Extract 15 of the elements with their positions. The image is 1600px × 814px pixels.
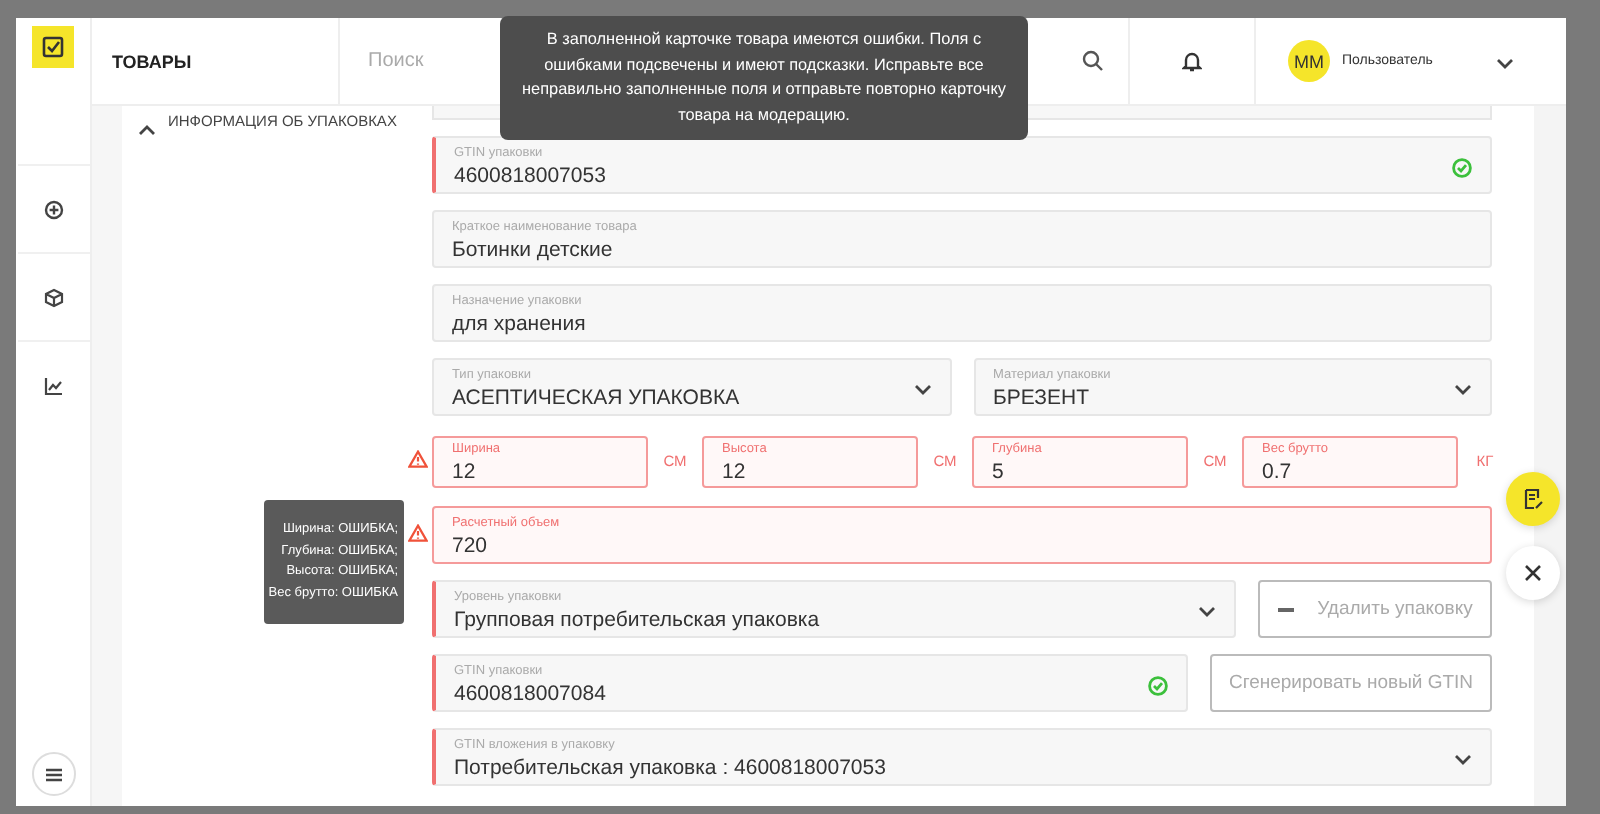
field-value: для хранения <box>452 309 588 337</box>
field-value: Групповая потребительская упаковка <box>454 605 822 633</box>
page-title: ТОВАРЫ <box>92 18 340 104</box>
field-value: 12 <box>452 457 478 485</box>
field-value: 0.7 <box>1262 457 1294 485</box>
field-value: 720 <box>452 531 490 559</box>
field-value: БРЕЗЕНТ <box>993 383 1092 411</box>
field-value: Потребительская упаковка : 4600818007053 <box>454 753 888 781</box>
field-value: 4600818007053 <box>454 161 608 189</box>
field-value: 5 <box>992 457 1006 485</box>
field-value: 4600818007084 <box>454 679 608 707</box>
field-value: АСЕПТИЧЕСКАЯ УПАКОВКА <box>452 383 742 411</box>
error-toast: В заполненной карточке товара имеются ошибки. Поля с ошибками подсвечены и имеют подсказки. Исправьте все неправильно заполненные поля и отправьте повторно карточку товара на модерацию. <box>500 16 1028 140</box>
field-value: Ботинки детские <box>452 235 615 263</box>
field-value: 12 <box>722 457 748 485</box>
